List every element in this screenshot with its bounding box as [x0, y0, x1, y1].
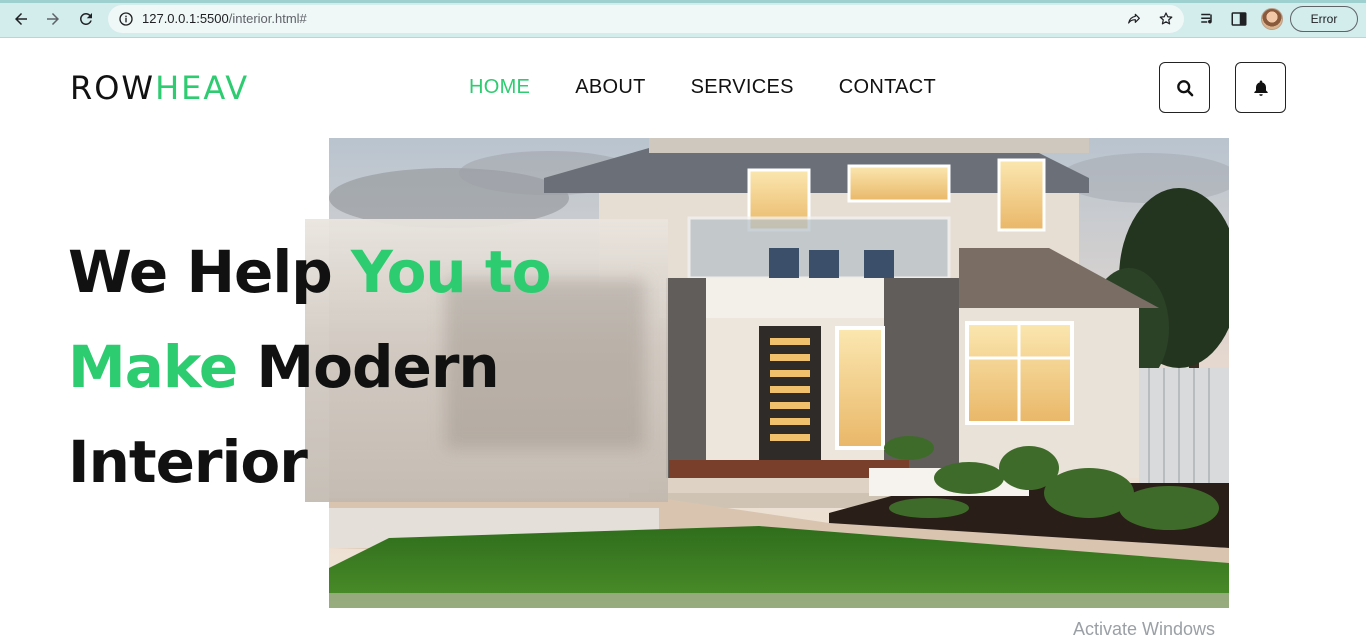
headline-line2-dark: Modern [237, 333, 499, 401]
address-bar[interactable]: 127.0.0.1:5500/interior.html# [108, 5, 1184, 33]
browser-toolbar: 127.0.0.1:5500/interior.html# Error [0, 0, 1366, 38]
profile-error-label: Error [1310, 12, 1338, 26]
web-page: ROWHEAV HOME ABOUT SERVICES CONTACT We H… [0, 39, 1366, 635]
tab-strip-edge [0, 0, 1366, 3]
logo-text-green: HEAV [155, 69, 250, 107]
headline-line1-green: You to [350, 238, 552, 306]
bell-icon [1253, 80, 1268, 96]
star-icon[interactable] [1158, 11, 1174, 27]
nav-services[interactable]: SERVICES [691, 76, 794, 99]
nav-home[interactable]: HOME [469, 76, 530, 99]
back-button[interactable] [11, 9, 31, 29]
arrow-left-icon [15, 13, 27, 25]
headline-line3-dark: Interior [68, 428, 308, 496]
info-icon[interactable] [118, 11, 134, 27]
search-button[interactable] [1159, 62, 1210, 113]
notification-button[interactable] [1235, 62, 1286, 113]
url-host: 127.0.0.1:5500 [142, 11, 229, 26]
profile-error-button[interactable]: Error [1290, 6, 1358, 32]
search-icon [1176, 79, 1193, 96]
reload-icon [79, 12, 92, 25]
arrow-right-icon [47, 13, 59, 25]
share-icon[interactable] [1126, 11, 1142, 27]
side-panel-icon[interactable] [1230, 10, 1248, 28]
main-nav: HOME ABOUT SERVICES CONTACT [469, 76, 981, 99]
media-queue-icon[interactable] [1199, 10, 1217, 28]
hero-headline: We Help You to Make Modern Interior [68, 225, 552, 510]
url-path: /interior.html# [228, 11, 307, 26]
logo-text-dark: ROW [70, 69, 156, 107]
headline-line2-green: Make [68, 333, 238, 401]
url-text: 127.0.0.1:5500/interior.html# [142, 11, 307, 26]
windows-activation-watermark: Activate Windows [1073, 619, 1216, 635]
nav-contact[interactable]: CONTACT [839, 76, 936, 99]
profile-avatar[interactable] [1261, 8, 1283, 30]
reload-button[interactable] [76, 9, 96, 29]
site-logo[interactable]: ROWHEAV [70, 69, 249, 107]
nav-about[interactable]: ABOUT [575, 76, 645, 99]
forward-button[interactable] [43, 9, 63, 29]
headline-line1-dark: We Help [68, 238, 351, 306]
